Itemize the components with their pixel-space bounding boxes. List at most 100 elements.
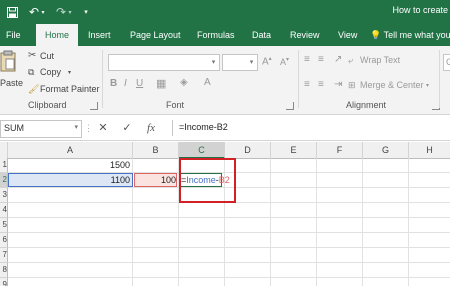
clipboard-group-label: Clipboard (28, 100, 67, 110)
redo-icon[interactable]: ↷ (54, 4, 68, 20)
format-painter-button[interactable]: 🖌 Format Painter (28, 83, 100, 96)
number-format-combo[interactable]: Ge (443, 54, 450, 71)
font-color-icon[interactable]: A (204, 77, 211, 88)
fill-color-icon[interactable]: ◈ (180, 77, 188, 88)
formula-bar: SUM ▾ ⋮ ✕ ✓ fx =Income-B2 (0, 116, 450, 141)
clipboard-launcher-icon[interactable] (90, 102, 98, 110)
indent-icon[interactable]: ⇥ (334, 79, 342, 90)
middle-align-icon[interactable]: ≡ (318, 54, 324, 65)
chevron-down-icon: ▾ (211, 59, 216, 66)
row-header-8[interactable]: 8 (0, 263, 8, 278)
title-bar: ↶ ▾ ↷ ▾ ▾ How to create (0, 0, 450, 24)
font-group-label: Font (166, 100, 185, 110)
font-size-combo[interactable]: ▾ (222, 54, 258, 71)
merge-icon: ⊞ (348, 80, 356, 90)
cell-a2-value: 1100 (110, 175, 130, 185)
tab-formulas[interactable]: Formulas (197, 24, 235, 46)
column-gridline (316, 158, 317, 286)
tell-me-search[interactable]: 💡 Tell me what you (370, 24, 450, 46)
left-align-icon[interactable]: ≡ (304, 79, 310, 90)
formula-input[interactable]: =Income-B2 (172, 120, 450, 136)
font-launcher-icon[interactable] (286, 102, 294, 110)
select-all-corner[interactable] (0, 142, 8, 159)
row-header-2[interactable]: 2 (0, 173, 8, 188)
row-gridline (8, 247, 450, 248)
insert-function-icon[interactable]: fx (142, 120, 160, 136)
center-align-icon[interactable]: ≡ (318, 79, 324, 90)
row-gridline (8, 217, 450, 218)
formula-bar-grip-icon[interactable]: ⋮ (84, 120, 93, 136)
cell-a1-value: 1500 (109, 160, 130, 170)
group-separator (298, 50, 299, 108)
tab-page-layout[interactable]: Page Layout (130, 24, 181, 46)
tab-review[interactable]: Review (290, 24, 320, 46)
tab-file[interactable]: File (6, 24, 21, 46)
lightbulb-icon: 💡 (370, 30, 382, 40)
cell-b2-value: 100 (160, 175, 176, 185)
cancel-entry-icon[interactable]: ✕ (94, 120, 112, 136)
ribbon-tabs: File Home Insert Page Layout Formulas Da… (0, 24, 450, 46)
column-header-h[interactable]: H (409, 142, 450, 159)
customize-toolbar-icon[interactable]: ▾ (81, 4, 91, 20)
column-header-a[interactable]: A (8, 142, 133, 159)
row-header-4[interactable]: 4 (0, 203, 8, 218)
number-format-value: Ge (446, 57, 450, 67)
column-header-f[interactable]: F (317, 142, 363, 159)
row-header-1[interactable]: 1 (0, 158, 8, 173)
copy-icon: ⧉ (28, 67, 35, 77)
merge-dropdown-icon[interactable]: ▾ (426, 81, 429, 91)
italic-icon[interactable]: I (124, 78, 127, 89)
tab-data[interactable]: Data (252, 24, 271, 46)
underline-icon[interactable]: U (136, 78, 143, 89)
column-header-b[interactable]: B (133, 142, 179, 159)
spreadsheet-grid[interactable]: A B C D E F G H 1 2 3 4 5 6 7 8 9 1500 1… (0, 142, 450, 286)
copy-dropdown-icon[interactable]: ▾ (68, 68, 71, 78)
top-align-icon[interactable]: ≡ (304, 54, 310, 65)
column-header-c[interactable]: C (179, 142, 225, 159)
cut-button[interactable]: ✂ Cut (28, 50, 88, 63)
wrap-text-button[interactable]: ⤶ Wrap Text (348, 54, 408, 67)
undo-dropdown-icon[interactable]: ▾ (40, 4, 46, 20)
tab-view[interactable]: View (338, 24, 357, 46)
decrease-font-icon[interactable]: A▾ (280, 56, 289, 67)
group-separator (439, 50, 440, 108)
row-header-9[interactable]: 9 (0, 278, 8, 286)
merge-center-button[interactable]: ⊞ Merge & Center ▾ (348, 79, 432, 92)
name-box-value: SUM (4, 123, 24, 133)
orientation-icon[interactable]: ↗ (334, 54, 342, 65)
undo-icon[interactable]: ↶ (27, 4, 41, 20)
cell-b2[interactable]: 100 (134, 173, 176, 187)
bold-icon[interactable]: B (110, 78, 117, 89)
chevron-down-icon[interactable]: ▾ (74, 123, 78, 131)
paste-button[interactable]: Paste (0, 48, 24, 94)
tell-me-label: Tell me what you (383, 30, 450, 40)
cell-a2[interactable]: 1100 (9, 173, 130, 187)
column-header-e[interactable]: E (271, 142, 317, 159)
row-header-3[interactable]: 3 (0, 188, 8, 203)
borders-icon[interactable]: ▦ (156, 77, 166, 90)
paintbrush-icon: 🖌 (28, 84, 40, 94)
name-box[interactable]: SUM ▾ (0, 120, 82, 138)
row-header-6[interactable]: 6 (0, 233, 8, 248)
save-icon[interactable] (5, 4, 19, 20)
column-gridline (408, 158, 409, 286)
font-name-combo[interactable]: ▾ (108, 54, 220, 71)
paste-label: Paste (0, 78, 24, 88)
enter-entry-icon[interactable]: ✓ (118, 120, 136, 136)
paste-icon (0, 50, 16, 72)
merge-center-label: Merge & Center (360, 80, 424, 90)
tab-home[interactable]: Home (36, 24, 79, 46)
increase-font-icon[interactable]: A▴ (262, 55, 272, 67)
alignment-group-label: Alignment (346, 100, 387, 110)
cell-a1[interactable]: 1500 (9, 158, 130, 172)
row-header-7[interactable]: 7 (0, 248, 8, 263)
row-header-5[interactable]: 5 (0, 218, 8, 233)
window-title: How to create (392, 5, 448, 15)
column-header-d[interactable]: D (225, 142, 271, 159)
column-header-g[interactable]: G (363, 142, 409, 159)
row-gridline (8, 277, 450, 278)
copy-button[interactable]: ⧉ Copy ▾ (28, 66, 88, 79)
redo-dropdown-icon[interactable]: ▾ (67, 4, 73, 20)
copy-label: Copy (40, 67, 62, 77)
tab-insert[interactable]: Insert (88, 24, 111, 46)
